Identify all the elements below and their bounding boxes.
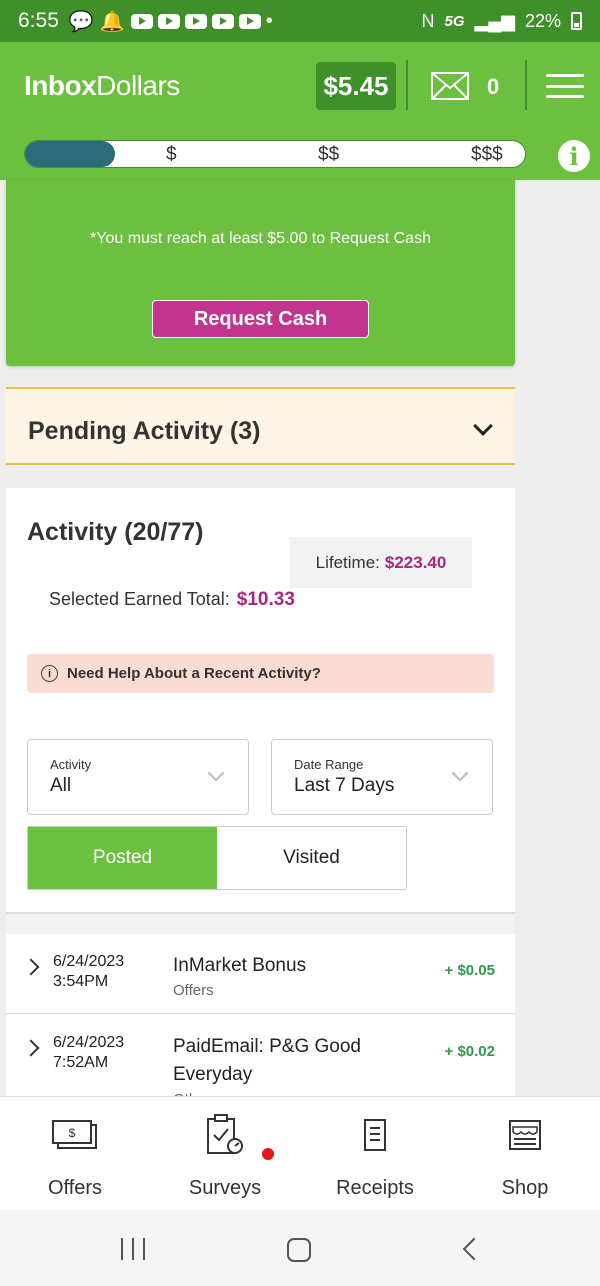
chevron-down-icon — [451, 764, 469, 782]
tier-label: $$$ — [471, 144, 503, 165]
chevron-right-icon[interactable] — [22, 958, 40, 976]
pending-activity-title: Pending Activity (3) — [28, 417, 261, 445]
request-cash-button[interactable]: Request Cash — [152, 300, 369, 338]
row-amount: + $0.05 — [444, 962, 495, 979]
status-bar: 6:55 💬 🔔 • N 5G ▂▄▆ 22% — [0, 0, 600, 42]
cash-minimum-note: *You must reach at least $5.00 to Reques… — [90, 230, 431, 247]
lifetime-label: Lifetime: — [315, 552, 380, 572]
date-range-dropdown[interactable]: Date Range Last 7 Days — [271, 739, 493, 815]
recent-apps-icon[interactable] — [121, 1238, 145, 1260]
signal-icon: ▂▄▆ — [474, 10, 515, 31]
dropdown-label: Activity — [50, 757, 92, 772]
dropdown-value: Last 7 Days — [294, 775, 395, 796]
lifetime-total: Lifetime: $223.40 — [290, 537, 472, 588]
nav-receipts[interactable]: Receipts — [315, 1113, 435, 1200]
help-text: Need Help About a Recent Activity? — [67, 665, 321, 682]
youtube-icon — [238, 13, 261, 29]
header-divider — [406, 60, 408, 110]
app-header: InboxDollars $5.45 0 $ $$ $$$ i — [0, 42, 600, 180]
nav-shop[interactable]: Shop — [465, 1113, 585, 1200]
activity-row[interactable]: 6/24/2023 7:52AM PaidEmail: P&G Good Ever… — [6, 1015, 515, 1100]
list-separator — [6, 912, 515, 934]
bell-icon: 🔔 — [99, 10, 125, 33]
dropdown-label: Date Range — [294, 757, 364, 772]
tier-label: $ — [166, 144, 177, 165]
mail-icon[interactable] — [431, 72, 469, 100]
row-title: InMarket Bonus Offers — [173, 952, 423, 1002]
activity-filter-dropdown[interactable]: Activity All — [27, 739, 249, 815]
progress-fill — [25, 141, 115, 167]
youtube-icon — [130, 13, 153, 29]
clipboard-icon — [207, 1114, 243, 1154]
activity-card: Activity (20/77) Lifetime: $223.40 Selec… — [6, 488, 515, 1100]
tab-visited[interactable]: Visited — [217, 827, 406, 889]
network-label: 5G — [444, 12, 465, 30]
pending-activity-panel[interactable]: Pending Activity (3) — [6, 387, 515, 465]
posted-visited-toggle: Posted Visited — [27, 826, 407, 890]
dropdown-value: All — [50, 775, 72, 796]
row-datetime: 6/24/2023 3:54PM — [53, 953, 125, 990]
battery-label: 22% — [524, 10, 561, 31]
youtube-icon — [211, 13, 234, 29]
balance-button[interactable]: $5.45 — [316, 62, 396, 110]
notification-dot — [262, 1148, 274, 1160]
selected-total-label: Selected Earned Total: — [49, 589, 230, 609]
info-icon[interactable]: i — [558, 140, 590, 172]
chat-icon: 💬 — [68, 10, 94, 33]
row-category: Offers — [173, 982, 214, 999]
nfc-icon: N — [421, 10, 435, 31]
lifetime-value: $223.40 — [384, 552, 447, 572]
status-time: 6:55 — [18, 9, 59, 32]
row-amount: + $0.02 — [444, 1043, 495, 1060]
bottom-navigation: $ Offers Surveys Receipts Shop — [0, 1096, 600, 1210]
nav-label: Shop — [501, 1177, 549, 1199]
more-dot-icon: • — [265, 9, 273, 32]
chevron-right-icon[interactable] — [22, 1039, 40, 1057]
back-icon[interactable] — [462, 1237, 486, 1261]
money-icon: $ — [52, 1120, 97, 1149]
tab-posted[interactable]: Posted — [28, 827, 217, 889]
nav-label: Surveys — [188, 1177, 262, 1199]
battery-icon — [571, 12, 582, 30]
chevron-down-icon — [207, 764, 225, 782]
youtube-icon — [184, 13, 207, 29]
receipt-icon — [364, 1119, 386, 1151]
hamburger-menu-icon[interactable] — [546, 74, 584, 98]
nav-offers[interactable]: $ Offers — [15, 1113, 135, 1200]
info-circle-icon: i — [41, 665, 58, 682]
request-cash-card: *You must reach at least $5.00 to Reques… — [6, 180, 515, 366]
selected-total-value: $10.33 — [236, 589, 295, 610]
inboxdollars-logo[interactable]: InboxDollars — [24, 70, 180, 102]
mail-count: 0 — [487, 74, 500, 99]
header-divider — [525, 60, 527, 110]
activity-title: Activity (20/77) — [27, 518, 204, 546]
earnings-progress-bar: $ $$ $$$ — [24, 140, 526, 168]
youtube-icon — [157, 13, 180, 29]
home-icon[interactable] — [287, 1238, 311, 1262]
tier-label: $$ — [318, 144, 340, 165]
row-title: PaidEmail: P&G Good Everyday Other — [173, 1033, 403, 1100]
activity-row[interactable]: 6/24/2023 3:54PM InMarket Bonus Offers + … — [6, 934, 515, 1014]
nav-label: Offers — [47, 1177, 103, 1199]
nav-label: Receipts — [336, 1177, 414, 1199]
selected-earned-total: Selected Earned Total: $10.33 — [49, 589, 295, 611]
help-recent-activity-banner[interactable]: i Need Help About a Recent Activity? — [27, 654, 494, 693]
system-navigation-bar — [0, 1210, 600, 1286]
row-datetime: 6/24/2023 7:52AM — [53, 1034, 125, 1071]
shop-icon — [509, 1120, 541, 1150]
chevron-down-icon[interactable] — [473, 416, 493, 436]
svg-text:$: $ — [69, 1126, 76, 1140]
